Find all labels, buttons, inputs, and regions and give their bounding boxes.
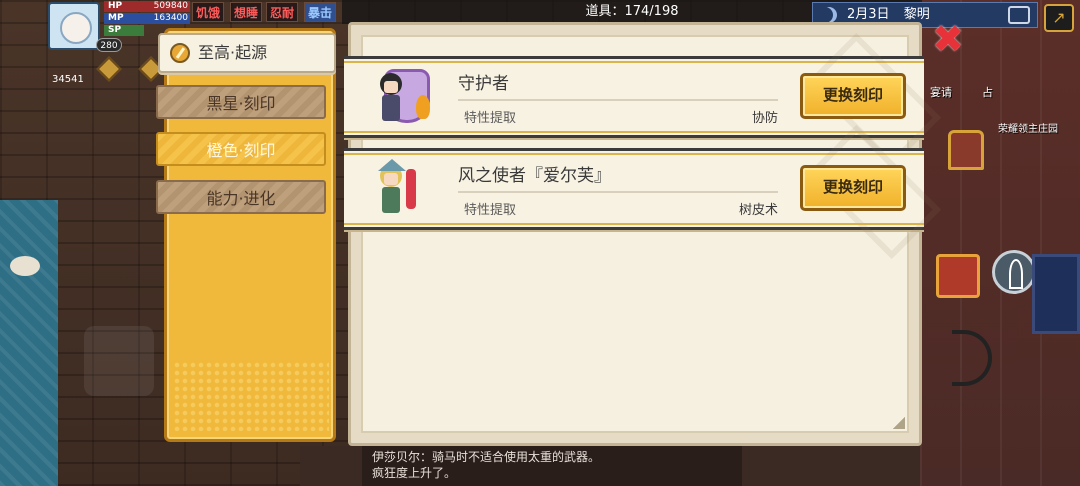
status-crit: 暴击 — [304, 2, 337, 22]
change-mark-button[interactable]: 更换刻印 — [800, 73, 906, 119]
map-area-right — [920, 0, 1080, 486]
tab-evolution[interactable]: 能力·进化 — [156, 180, 326, 214]
tab-panel-pattern — [173, 361, 329, 431]
figure-face — [384, 173, 398, 185]
item-name: 守护者 — [458, 74, 509, 94]
hp-value: 509840 — [153, 1, 188, 11]
time-of-day: 黎明 — [903, 7, 930, 22]
tab-black-star[interactable]: 黑星·刻印 — [156, 85, 326, 119]
gold-count: 34541 — [52, 74, 84, 85]
status-sleepy: 想睡 — [230, 2, 263, 22]
flame-icon — [416, 95, 430, 119]
red-building[interactable] — [936, 254, 980, 298]
player-avatar[interactable] — [48, 2, 100, 50]
figure-hat — [378, 159, 406, 171]
exit-icon[interactable]: ↗ — [1044, 4, 1074, 32]
chat-log: 伊莎贝尔：骑马时不适合使用太重的武器。 疯狂度上升了。 — [362, 446, 742, 486]
status-hunger: 饥饿 — [192, 2, 225, 22]
tab-origin[interactable]: 至高·起源 — [158, 33, 336, 73]
character-figure — [376, 67, 406, 127]
trait-value: 协防 — [751, 111, 778, 126]
totem-building[interactable] — [948, 130, 984, 170]
moon-icon — [821, 7, 837, 23]
wind-envoy-portrait — [370, 157, 432, 221]
mp-value: 163400 — [153, 13, 188, 23]
trait-label: 特性提取 — [464, 203, 517, 218]
movement-pad[interactable] — [84, 326, 154, 396]
hp-bar: HP 509840 — [104, 1, 190, 12]
figure-wing — [406, 169, 416, 209]
change-mark-button[interactable]: 更换刻印 — [800, 165, 906, 211]
chat-line: 伊莎贝尔：骑马时不适合使用太重的武器。 — [372, 450, 601, 464]
date-text: 2月3日 — [847, 7, 890, 22]
manor-label: 荣耀领主庄园 — [998, 124, 1058, 135]
occupy-label: 占 — [982, 86, 993, 99]
network-icon[interactable] — [1008, 6, 1030, 24]
item-divider — [458, 99, 778, 101]
tab-orange-mark[interactable]: 橙色·刻印 — [156, 132, 326, 166]
invite-label: 宴请 — [930, 86, 952, 99]
list-item: 守护者 特性提取 协防 更换刻印 — [344, 32, 942, 168]
chat-line: 疯狂度上升了。 — [372, 466, 457, 480]
item-divider — [458, 191, 778, 193]
tab-origin-label: 至高·起源 — [198, 43, 268, 62]
blue-carpet — [1032, 254, 1080, 334]
status-tolerance: 忍耐 — [266, 2, 299, 22]
mp-label: MP — [108, 13, 124, 23]
lilypad — [10, 256, 40, 276]
list-item: 风之使者『爱尔芙』 特性提取 树皮术 更换刻印 — [344, 124, 942, 260]
tab-orange-mark-label: 橙色·刻印 — [206, 141, 276, 160]
resize-corner-icon — [893, 417, 905, 429]
figure-body — [382, 95, 400, 121]
compass-icon[interactable] — [992, 250, 1036, 294]
figure-face — [384, 81, 398, 93]
item-name: 风之使者『爱尔芙』 — [458, 166, 611, 186]
figure-body — [382, 187, 400, 213]
sp-bar: SP — [104, 25, 144, 36]
guardian-portrait — [370, 65, 432, 129]
water-area — [0, 200, 58, 486]
mp-bar: MP 163400 — [104, 13, 190, 24]
level-badge: 280 — [96, 38, 122, 52]
trait-value: 树皮术 — [738, 203, 778, 218]
sp-label: SP — [108, 25, 122, 35]
character-figure — [376, 159, 416, 219]
origin-tab-icon — [170, 43, 190, 63]
close-icon[interactable]: ✖ — [930, 20, 966, 58]
hp-label: HP — [108, 1, 123, 11]
tab-evolution-label: 能力·进化 — [206, 189, 276, 208]
trait-label: 特性提取 — [464, 111, 517, 126]
tab-black-star-label: 黑星·刻印 — [206, 94, 276, 113]
